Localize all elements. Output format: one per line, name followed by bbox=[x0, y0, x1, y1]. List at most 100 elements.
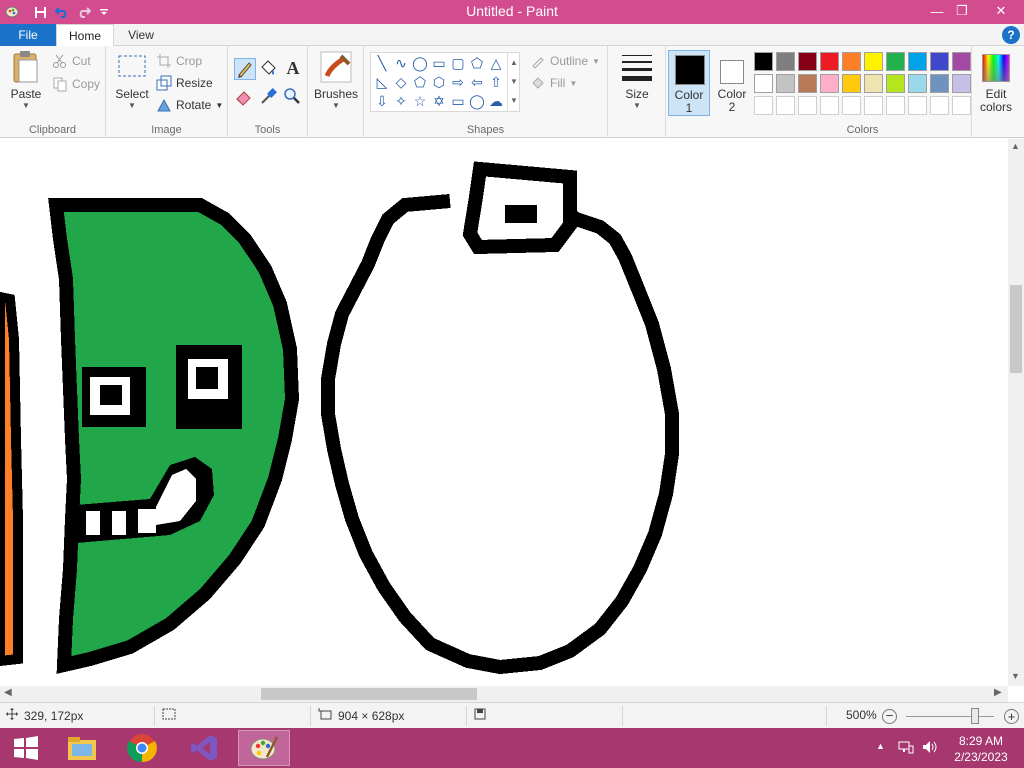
palette-swatch[interactable] bbox=[930, 52, 949, 71]
oval-shape-icon[interactable]: ◯ bbox=[411, 54, 429, 72]
edit-colors-button[interactable]: Edit colors bbox=[974, 52, 1018, 122]
palette-swatch[interactable] bbox=[754, 74, 773, 93]
palette-swatch[interactable] bbox=[908, 52, 927, 71]
palette-empty-swatch[interactable] bbox=[776, 96, 795, 115]
five-point-star-shape-icon[interactable]: ☆ bbox=[411, 92, 429, 110]
magnifier-icon[interactable] bbox=[282, 86, 304, 108]
vertical-scroll-thumb[interactable] bbox=[1010, 285, 1022, 373]
palette-empty-swatch[interactable] bbox=[886, 96, 905, 115]
palette-empty-swatch[interactable] bbox=[952, 96, 971, 115]
palette-swatch[interactable] bbox=[864, 52, 883, 71]
hexagon-shape-icon[interactable]: ⬡ bbox=[430, 73, 448, 91]
rotate-button[interactable]: Rotate ▼ bbox=[156, 96, 223, 114]
select-button[interactable]: Select ▼ bbox=[112, 50, 152, 110]
text-icon[interactable]: A bbox=[282, 58, 304, 80]
callout-rect-shape-icon[interactable]: ▭ bbox=[449, 92, 467, 110]
fill-icon[interactable] bbox=[258, 58, 280, 80]
taskbar-file-explorer[interactable] bbox=[56, 730, 108, 766]
palette-swatch[interactable] bbox=[842, 52, 861, 71]
palette-swatch[interactable] bbox=[798, 74, 817, 93]
tab-view[interactable]: View bbox=[114, 24, 168, 46]
tab-home[interactable]: Home bbox=[56, 24, 114, 47]
brushes-button[interactable]: Brushes ▼ bbox=[312, 50, 360, 110]
palette-swatch[interactable] bbox=[776, 74, 795, 93]
palette-swatch[interactable] bbox=[820, 74, 839, 93]
polygon-shape-icon[interactable]: ⬠ bbox=[468, 54, 486, 72]
drawing-canvas[interactable] bbox=[0, 139, 1008, 686]
clock[interactable]: 8:29 AM 2/23/2023 bbox=[950, 733, 1012, 765]
resize-label: Resize bbox=[176, 76, 213, 90]
callout-oval-shape-icon[interactable]: ◯ bbox=[468, 92, 486, 110]
palette-swatch[interactable] bbox=[886, 74, 905, 93]
color-picker-icon[interactable] bbox=[258, 86, 280, 108]
palette-swatch[interactable] bbox=[952, 74, 971, 93]
palette-swatch[interactable] bbox=[820, 52, 839, 71]
show-hidden-icons-icon[interactable]: ▲ bbox=[876, 741, 885, 751]
eraser-icon[interactable] bbox=[234, 86, 256, 108]
down-arrow-shape-icon[interactable]: ⇩ bbox=[373, 92, 391, 110]
paste-button[interactable]: Paste ▼ bbox=[6, 50, 46, 110]
pencil-icon[interactable] bbox=[234, 58, 256, 80]
palette-swatch[interactable] bbox=[864, 74, 883, 93]
taskbar-visual-studio[interactable] bbox=[178, 730, 230, 766]
taskbar-chrome[interactable] bbox=[116, 730, 168, 766]
palette-empty-swatch[interactable] bbox=[842, 96, 861, 115]
pentagon-shape-icon[interactable]: ⬠ bbox=[411, 73, 429, 91]
scroll-left-icon[interactable]: ◀ bbox=[4, 687, 12, 698]
taskbar-paint[interactable] bbox=[238, 730, 290, 766]
zoom-slider-thumb[interactable] bbox=[970, 708, 979, 724]
canvas-viewport[interactable] bbox=[0, 139, 1008, 686]
palette-empty-swatch[interactable] bbox=[798, 96, 817, 115]
up-arrow-shape-icon[interactable]: ⇧ bbox=[487, 73, 505, 91]
vertical-scrollbar[interactable]: ▲ ▼ bbox=[1008, 139, 1024, 686]
palette-swatch[interactable] bbox=[908, 74, 927, 93]
scroll-up-icon[interactable]: ▲ bbox=[1011, 141, 1020, 151]
right-triangle-shape-icon[interactable]: ◺ bbox=[373, 73, 391, 91]
left-arrow-shape-icon[interactable]: ⇦ bbox=[468, 73, 486, 91]
zoom-out-button[interactable]: − bbox=[882, 709, 897, 724]
palette-swatch[interactable] bbox=[952, 52, 971, 71]
six-point-star-shape-icon[interactable]: ✡ bbox=[430, 92, 448, 110]
volume-icon[interactable] bbox=[922, 740, 938, 757]
rectangle-shape-icon[interactable]: ▭ bbox=[430, 54, 448, 72]
palette-swatch[interactable] bbox=[798, 52, 817, 71]
palette-empty-swatch[interactable] bbox=[754, 96, 773, 115]
diamond-shape-icon[interactable]: ◇ bbox=[392, 73, 410, 91]
cut-button[interactable]: Cut bbox=[52, 52, 91, 70]
palette-empty-swatch[interactable] bbox=[864, 96, 883, 115]
horizontal-scroll-thumb[interactable] bbox=[261, 688, 477, 700]
palette-swatch[interactable] bbox=[754, 52, 773, 71]
four-point-star-shape-icon[interactable]: ✧ bbox=[392, 92, 410, 110]
palette-swatch[interactable] bbox=[776, 52, 795, 71]
help-icon[interactable]: ? bbox=[1002, 26, 1020, 44]
palette-swatch[interactable] bbox=[930, 74, 949, 93]
line-shape-icon[interactable]: ╲ bbox=[373, 54, 391, 72]
scroll-down-icon[interactable]: ▼ bbox=[1011, 671, 1020, 681]
close-button[interactable]: ✕ bbox=[984, 0, 1018, 22]
zoom-slider[interactable] bbox=[906, 716, 994, 717]
right-arrow-shape-icon[interactable]: ⇨ bbox=[449, 73, 467, 91]
shapes-scroll[interactable]: ▲ ▼ ▼ bbox=[507, 53, 520, 111]
palette-empty-swatch[interactable] bbox=[930, 96, 949, 115]
network-icon[interactable] bbox=[898, 740, 914, 757]
start-button[interactable] bbox=[0, 730, 52, 766]
palette-swatch[interactable] bbox=[842, 74, 861, 93]
crop-button[interactable]: Crop bbox=[156, 52, 202, 70]
zoom-in-button[interactable]: + bbox=[1004, 709, 1019, 724]
callout-cloud-shape-icon[interactable]: ☁ bbox=[487, 92, 505, 110]
restore-button[interactable]: ❐ bbox=[945, 0, 979, 22]
horizontal-scrollbar[interactable]: ◀ ▶ bbox=[0, 686, 1008, 702]
curve-shape-icon[interactable]: ∿ bbox=[392, 54, 410, 72]
palette-swatch[interactable] bbox=[886, 52, 905, 71]
palette-empty-swatch[interactable] bbox=[820, 96, 839, 115]
size-button[interactable]: Size ▼ bbox=[614, 50, 660, 110]
scroll-right-icon[interactable]: ▶ bbox=[994, 687, 1002, 698]
fill-button[interactable]: Fill ▼ bbox=[530, 74, 577, 92]
outline-button[interactable]: Outline ▼ bbox=[530, 52, 600, 70]
palette-empty-swatch[interactable] bbox=[908, 96, 927, 115]
resize-button[interactable]: Resize bbox=[156, 74, 213, 92]
triangle-shape-icon[interactable]: △ bbox=[487, 54, 505, 72]
copy-button[interactable]: Copy bbox=[52, 75, 100, 93]
tab-file[interactable]: File bbox=[0, 24, 56, 46]
rounded-rectangle-shape-icon[interactable]: ▢ bbox=[449, 54, 467, 72]
